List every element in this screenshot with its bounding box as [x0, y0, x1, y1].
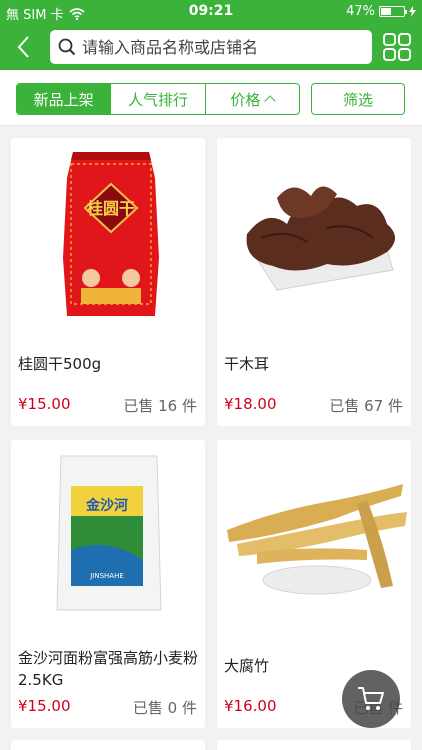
bag-brand-sub: JINSHAHE — [89, 572, 124, 580]
charging-icon — [409, 6, 416, 17]
sold-prefix: 已售 — [123, 397, 154, 415]
sold-prefix: 已售 — [132, 699, 163, 717]
status-bar: 無 SIM 卡 09:21 47% — [0, 0, 422, 24]
chevron-up-icon — [264, 95, 276, 107]
sold-unit: 件 — [387, 397, 403, 415]
product-card[interactable]: 金沙河 JINSHAHE 金沙河面粉富强高筋小麦粉2.5KG ¥15.00 已售… — [11, 440, 205, 728]
battery-group: 47% — [346, 4, 416, 19]
cart-button[interactable] — [342, 670, 400, 728]
tab-new-arrivals[interactable]: 新品上架 — [17, 84, 112, 114]
sold-unit: 件 — [181, 397, 197, 415]
filter-bar: 新品上架 人气排行 价格 筛选 — [0, 70, 422, 126]
product-price: ¥18.00 — [224, 395, 277, 413]
product-name: 金沙河面粉富强高筋小麦粉2.5KG — [18, 649, 199, 689]
grid-menu-button[interactable] — [382, 32, 412, 62]
back-arrow-icon — [17, 36, 29, 58]
tab-price[interactable]: 价格 — [206, 84, 299, 114]
search-icon — [58, 38, 76, 56]
battery-fill — [381, 8, 391, 15]
filter-label: 筛选 — [342, 90, 373, 109]
search-input[interactable] — [82, 37, 352, 57]
product-image-flour: 金沙河 JINSHAHE — [56, 455, 162, 611]
back-button[interactable] — [12, 34, 38, 60]
product-name: 桂圆干500g — [18, 355, 102, 373]
grid-menu-icon — [383, 33, 411, 61]
product-card[interactable]: 干木耳 ¥18.00 已售 67 件 — [217, 138, 411, 426]
sold-prefix: 已售 — [329, 397, 360, 415]
product-image-longan: 桂圆干 — [63, 152, 159, 316]
tab-label: 新品上架 — [33, 90, 94, 109]
product-image-tofu-skin — [227, 484, 407, 595]
filter-button[interactable]: 筛选 — [311, 83, 405, 115]
tab-popularity[interactable]: 人气排行 — [111, 84, 206, 114]
battery-icon — [379, 6, 407, 17]
sold-count: 已售 0 件 — [133, 697, 197, 718]
product-card[interactable]: 桂圆干 桂圆干500g ¥15.00 已售 16 件 — [11, 138, 205, 426]
bag-brand-text: 金沙河 — [85, 497, 128, 514]
sort-segmented-control: 新品上架 人气排行 价格 — [16, 83, 300, 115]
product-image-wood-ear — [246, 186, 395, 291]
sold-number: 0 — [167, 699, 178, 717]
sold-number: 67 — [364, 397, 384, 415]
product-price: ¥15.00 — [18, 697, 71, 715]
battery-percent: 47% — [346, 4, 375, 19]
tab-label: 价格 — [230, 90, 261, 109]
product-price: ¥16.00 — [224, 697, 277, 715]
sold-count: 已售 16 件 — [123, 395, 197, 416]
sold-count: 已售 67 件 — [329, 395, 403, 416]
cart-icon — [358, 687, 384, 710]
search-box[interactable] — [50, 30, 372, 64]
product-card-partial[interactable] — [217, 740, 411, 750]
svg-text:桂圆干: 桂圆干 — [86, 199, 135, 218]
sold-number: 16 — [158, 397, 178, 415]
product-card-partial[interactable] — [11, 740, 205, 750]
product-price: ¥15.00 — [18, 395, 71, 413]
product-name: 干木耳 — [224, 355, 270, 373]
sold-unit: 件 — [181, 699, 197, 717]
nav-bar — [0, 24, 422, 70]
tab-label: 人气排行 — [127, 90, 188, 109]
